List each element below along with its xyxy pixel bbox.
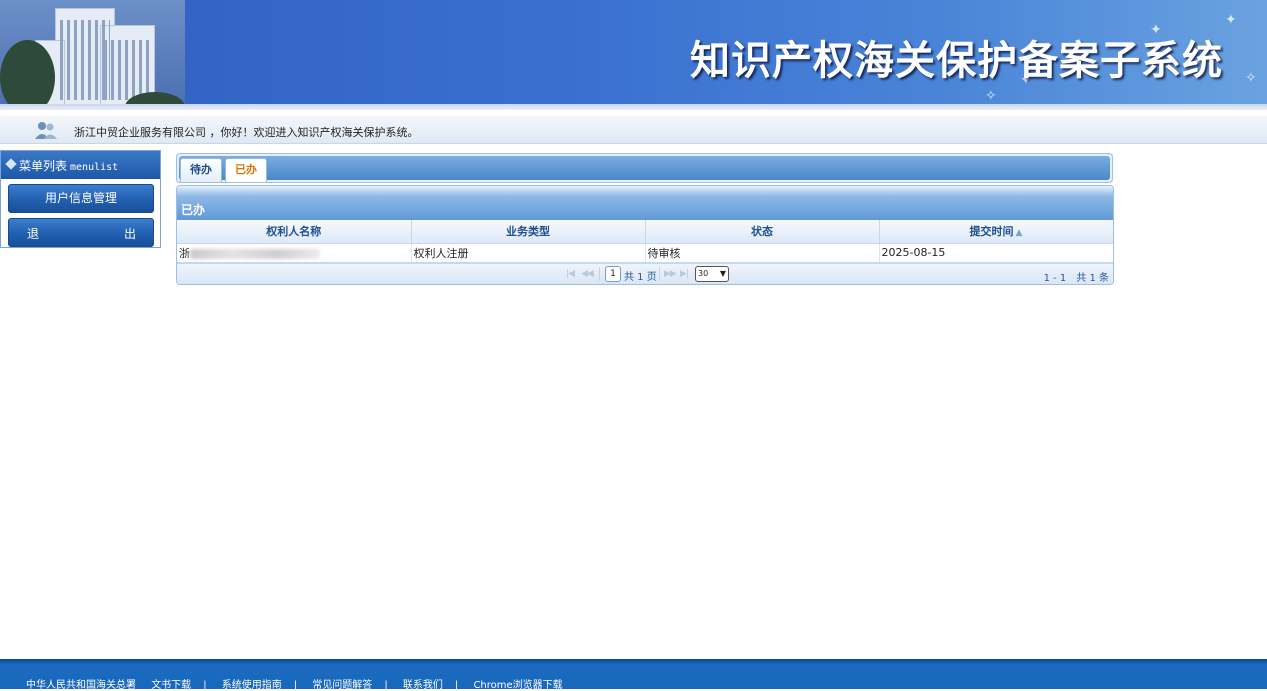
column-header-submit-time-label: 提交时间 [969, 225, 1014, 239]
sidebar-menu: 菜单列表 menulist 用户信息管理 退 出 [0, 150, 161, 248]
column-header-submit-time[interactable]: 提交时间 ▲ [879, 220, 1113, 244]
next-page-icon[interactable]: ▶▶ [664, 269, 677, 279]
last-page-icon[interactable]: ▶| [680, 269, 689, 279]
welcome-bar: 浙江中贸企业服务有限公司 ，你好！欢迎进入知识产权海关保护系统。 [0, 116, 1267, 144]
column-header-status[interactable]: 状态 [645, 220, 880, 244]
first-page-icon[interactable]: |◀ [566, 269, 575, 279]
sort-icon: ▲ [1015, 228, 1023, 239]
data-table: 权利人名称 业务类型 状态 提交时间 ▲ 浙 权利人注册 待审核 2025-08-… [177, 220, 1113, 263]
logout-label-left: 退 [27, 227, 40, 241]
customs-building-image [0, 0, 185, 110]
column-header-business-type[interactable]: 业务类型 [411, 220, 646, 244]
tab-completed[interactable]: 已办 [225, 158, 267, 182]
footer-link-chrome-download[interactable]: Chrome浏览器下载 [473, 680, 562, 691]
welcome-text: 浙江中贸企业服务有限公司 ，你好！欢迎进入知识产权海关保护系统。 [74, 126, 419, 139]
footer-link-documents[interactable]: 文书下载 [151, 680, 191, 691]
footer-link-guide[interactable]: 系统使用指南 [222, 680, 282, 691]
footer-link-contact[interactable]: 联系我们 [403, 680, 443, 691]
diamond-icon [5, 158, 17, 170]
redacted-text [190, 248, 320, 259]
cell-rightholder-prefix: 浙 [179, 246, 190, 260]
cell-submit-time: 2025-08-15 [879, 243, 1113, 263]
chevron-down-icon: ▼ [719, 269, 726, 278]
table-row[interactable]: 浙 权利人注册 待审核 2025-08-15 [177, 243, 1113, 263]
page-number-input[interactable]: 1 [605, 266, 621, 282]
page-size-value: 30 [698, 269, 709, 278]
logout-button[interactable]: 退 出 [8, 218, 154, 247]
grid-caption: 已办 [177, 186, 1113, 220]
prev-page-icon[interactable]: ◀◀ [581, 269, 594, 279]
footer-link-faq[interactable]: 常见问题解答 [312, 680, 372, 691]
menu-title-en: menulist [70, 162, 119, 173]
cell-status: 待审核 [645, 243, 880, 263]
user-info-management-button[interactable]: 用户信息管理 [8, 184, 154, 213]
system-title: 知识产权海关保护备案子系统 [690, 37, 1223, 84]
record-summary: 1 - 1 共 1 条 [1043, 273, 1109, 284]
cell-business-type: 权利人注册 [411, 243, 646, 263]
column-header-rightholder[interactable]: 权利人名称 [177, 220, 412, 244]
tab-pending[interactable]: 待办 [180, 158, 222, 182]
tab-bar: 待办 已办 [176, 153, 1113, 183]
footer: 中华人民共和国海关总署 文书下载 | 系统使用指南 | 常见问题解答 | 联系我们 | … [0, 659, 1267, 691]
menu-title: 菜单列表 [19, 159, 68, 173]
menu-header: 菜单列表 menulist [1, 151, 160, 179]
footer-link-customs[interactable]: 中华人民共和国海关总署 [26, 680, 136, 691]
header-banner: ✦ ✧ ✦ ✧ ✧ ✦ 知识产权海关保护备案子系统 [0, 0, 1267, 110]
users-icon [35, 122, 57, 139]
logout-label-right: 出 [124, 227, 137, 241]
cell-rightholder-name: 浙 [177, 243, 412, 263]
page-size-select[interactable]: 30 ▼ [695, 266, 729, 282]
total-pages-text: 共 1 页 [624, 272, 657, 283]
completed-grid: 已办 权利人名称 业务类型 状态 提交时间 ▲ 浙 权利人注册 待审核 2025-… [176, 185, 1114, 285]
pagination-bar: |◀ ◀◀ 1 共 1 页 ▶▶ ▶| 30 ▼ 1 - 1 共 1 条 [177, 263, 1113, 284]
